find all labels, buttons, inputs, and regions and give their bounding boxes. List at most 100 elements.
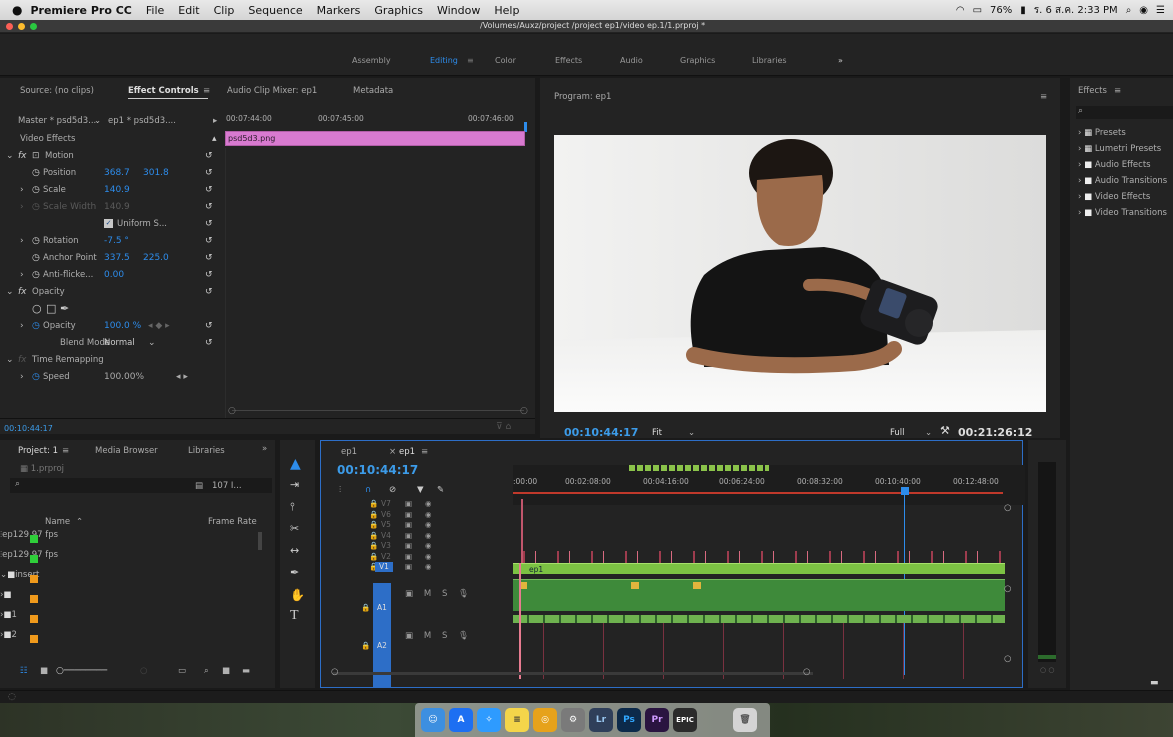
- timeline-settings-icon[interactable]: ✎: [437, 485, 444, 495]
- stopwatch-icon[interactable]: ◷: [32, 270, 40, 280]
- master-clip-label[interactable]: Master * psd5d3....: [18, 116, 99, 126]
- col-frame-rate-header[interactable]: Frame Rate: [208, 517, 257, 527]
- rectangle-mask-icon[interactable]: □: [46, 302, 56, 315]
- expand-icon[interactable]: ›: [20, 185, 24, 195]
- v-scroll-handle[interactable]: ○: [1004, 584, 1011, 594]
- a2-track-controls[interactable]: ▣ M S 🎙: [405, 631, 469, 641]
- ws-audio[interactable]: Audio: [620, 56, 643, 65]
- close-button[interactable]: [6, 23, 13, 30]
- h-scroll-handle-left[interactable]: ○: [331, 667, 338, 677]
- fx-icon[interactable]: fx: [18, 287, 27, 297]
- selection-tool-icon[interactable]: ▲: [290, 456, 301, 472]
- track-v5[interactable]: V5: [381, 520, 391, 529]
- menu-window[interactable]: Window: [437, 4, 480, 17]
- new-item-icon[interactable]: ▬: [242, 666, 250, 676]
- track-v1[interactable]: V1: [375, 562, 393, 572]
- track-v7[interactable]: V7: [381, 499, 391, 508]
- lightroom-icon[interactable]: Lr: [589, 708, 613, 732]
- app-menu[interactable]: Premiere Pro CC: [30, 4, 131, 17]
- program-timecode[interactable]: 00:10:44:17: [564, 426, 638, 439]
- stopwatch-icon[interactable]: ◷: [32, 372, 40, 382]
- h-scroll-handle-right[interactable]: ○: [803, 667, 810, 677]
- wifi-icon[interactable]: ◠: [956, 5, 965, 16]
- stopwatch-icon[interactable]: ◷: [32, 168, 40, 178]
- tab-close-icon[interactable]: ×: [389, 447, 396, 457]
- reset-icon[interactable]: ↺: [205, 185, 213, 195]
- more-panels-icon[interactable]: »: [262, 444, 267, 454]
- list-view-icon[interactable]: ☷: [20, 666, 28, 676]
- reset-icon[interactable]: ↺: [205, 287, 213, 297]
- reset-icon[interactable]: ↺: [205, 168, 213, 178]
- ec-clip-bar[interactable]: psd5d3.png: [225, 131, 525, 146]
- a2-audio-clips[interactable]: [513, 623, 1005, 679]
- hand-tool-icon[interactable]: ✋: [290, 588, 305, 602]
- a1-sub-clips[interactable]: [513, 615, 1005, 623]
- ws-editing[interactable]: Editing: [430, 56, 458, 65]
- ws-more-icon[interactable]: »: [838, 56, 843, 65]
- position-x-value[interactable]: 368.7: [104, 168, 130, 178]
- reset-icon[interactable]: ↺: [205, 321, 213, 331]
- stopwatch-icon[interactable]: ◷: [32, 236, 40, 246]
- reset-icon[interactable]: ↺: [205, 253, 213, 263]
- wrench-icon[interactable]: ⚒: [940, 424, 950, 437]
- stopwatch-icon[interactable]: ◷: [32, 185, 40, 195]
- chevron-down-icon[interactable]: ⌄: [925, 428, 932, 438]
- ec-scroll-right-handle[interactable]: ○: [520, 406, 528, 416]
- stopwatch-icon[interactable]: ◷: [32, 253, 40, 263]
- ws-graphics[interactable]: Graphics: [680, 56, 715, 65]
- ellipse-mask-icon[interactable]: ○: [32, 302, 42, 315]
- minimize-button[interactable]: [18, 23, 25, 30]
- expand-icon[interactable]: ›: [20, 321, 24, 331]
- clock[interactable]: ร. 6 ส.ค. 2:33 PM: [1034, 3, 1118, 18]
- list-item[interactable]: ›■: [0, 590, 260, 608]
- label-color-swatch[interactable]: [30, 615, 38, 623]
- menu-graphics[interactable]: Graphics: [374, 4, 423, 17]
- menu-file[interactable]: File: [146, 4, 164, 17]
- zoom-slider[interactable]: ○────────: [56, 666, 107, 676]
- tab-media-browser[interactable]: Media Browser: [95, 446, 158, 456]
- effects-item-video-transitions[interactable]: › ■ Video Transitions: [1078, 208, 1167, 218]
- siri-icon[interactable]: ◉: [1139, 5, 1148, 16]
- panel-menu-icon[interactable]: ≡: [62, 446, 69, 456]
- icon-view-icon[interactable]: ■: [40, 666, 48, 676]
- expand-icon[interactable]: ›: [20, 270, 24, 280]
- a-clip-marker[interactable]: [519, 563, 521, 679]
- tab-timeline-2[interactable]: ep1: [399, 447, 415, 457]
- safari-icon[interactable]: ✧: [477, 708, 501, 732]
- snap-icon[interactable]: ∩: [365, 485, 371, 495]
- keyframe-nav-icon[interactable]: ◂ ◆ ▸: [148, 321, 170, 331]
- premiere-icon[interactable]: Pr: [645, 708, 669, 732]
- ws-libraries[interactable]: Libraries: [752, 56, 787, 65]
- play-clip-icon[interactable]: ▸: [213, 116, 217, 126]
- rotation-value[interactable]: -7.5 °: [104, 236, 129, 246]
- label-color-swatch[interactable]: [30, 575, 38, 583]
- type-tool-icon[interactable]: T: [290, 608, 299, 624]
- panel-menu-icon[interactable]: ≡: [1040, 92, 1047, 102]
- effects-item-audio-effects[interactable]: › ■ Audio Effects: [1078, 160, 1151, 170]
- marker-strip[interactable]: [629, 465, 769, 471]
- epic-games-icon[interactable]: EPIC: [673, 708, 697, 732]
- pen-mask-icon[interactable]: ✒: [60, 302, 69, 315]
- tab-menu-icon[interactable]: ≡: [203, 86, 210, 96]
- tab-effect-controls[interactable]: Effect Controls: [128, 86, 199, 96]
- ws-assembly[interactable]: Assembly: [352, 56, 391, 65]
- v-clip-marker[interactable]: [521, 499, 523, 563]
- lock-icon[interactable]: 🔒: [361, 603, 370, 612]
- program-video-frame[interactable]: [554, 135, 1046, 412]
- timeline-h-scrollbar[interactable]: [333, 672, 813, 675]
- apple-icon[interactable]: ●: [12, 3, 22, 17]
- stopwatch-icon[interactable]: ◷: [32, 202, 40, 212]
- status-icon[interactable]: ◌: [8, 692, 16, 702]
- system-preferences-icon[interactable]: ⚙: [561, 708, 585, 732]
- notification-icon[interactable]: ☰: [1156, 5, 1165, 16]
- track-v6[interactable]: V6: [381, 510, 391, 519]
- tab-libraries[interactable]: Libraries: [188, 446, 225, 456]
- effects-search-input[interactable]: ⌕: [1076, 106, 1173, 119]
- chevron-down-icon[interactable]: ⌄: [688, 428, 695, 438]
- notes-icon[interactable]: ≡: [505, 708, 529, 732]
- menu-sequence[interactable]: Sequence: [248, 4, 302, 17]
- battery-level[interactable]: 76%: [990, 5, 1012, 16]
- ws-effects[interactable]: Effects: [555, 56, 582, 65]
- ripple-edit-tool-icon[interactable]: ⫯: [290, 500, 295, 514]
- ws-menu-icon[interactable]: ≡: [467, 56, 474, 65]
